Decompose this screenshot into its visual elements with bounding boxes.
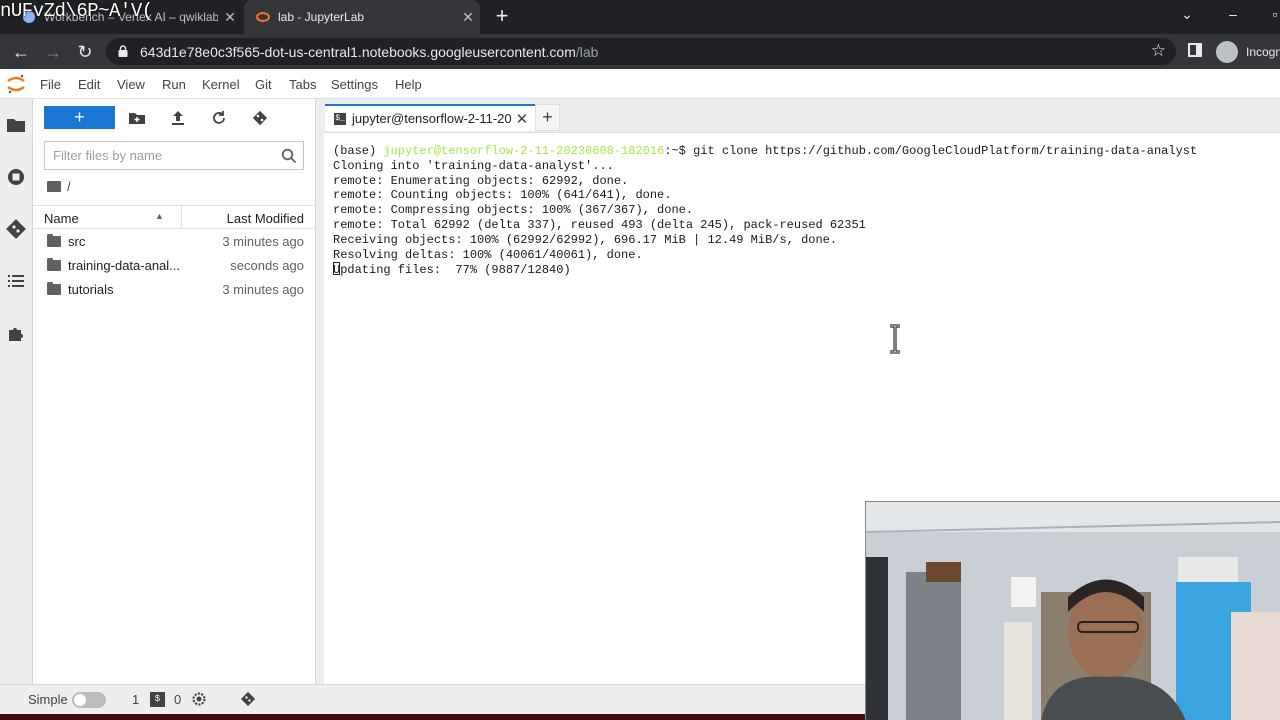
file-name: tutorials [68, 282, 114, 297]
new-launcher-button[interactable]: + [44, 106, 115, 129]
menu-kernel[interactable]: Kernel [202, 77, 240, 92]
folder-icon[interactable] [47, 181, 61, 192]
menu-file[interactable]: File [40, 77, 61, 92]
incognito-icon [1216, 41, 1238, 63]
close-icon[interactable]: ✕ [456, 9, 480, 26]
column-divider[interactable] [181, 206, 182, 228]
file-list-item[interactable]: training-data-anal... seconds ago [33, 254, 316, 278]
kernel-gear-icon[interactable] [191, 691, 207, 707]
simple-mode-toggle[interactable] [72, 692, 106, 708]
lock-icon [118, 45, 128, 57]
browser-toolbar: ← → ↻ 643d1e78e0c3f565-dot-us-central1.n… [0, 34, 1280, 69]
prompt-base: (base) [333, 144, 384, 158]
taskbar-strip [0, 714, 866, 720]
search-icon [281, 148, 297, 164]
file-list-item[interactable]: src 3 minutes ago [33, 230, 316, 254]
browser-tab-strip: Workbench – Vertex AI – qwiklabs ✕ lab -… [0, 0, 1280, 34]
file-browser-panel: + / Name ▲ Last Modi [33, 99, 316, 684]
terminal-line: remote: Enumerating objects: 62992, done… [333, 173, 629, 188]
jupyter-logo-icon [7, 74, 25, 94]
file-filter-field [44, 141, 304, 170]
menu-bar: File Edit View Run Kernel Git Tabs Setti… [0, 69, 1280, 99]
url-text: 643d1e78e0c3f565-dot-us-central1.noteboo… [140, 44, 599, 60]
left-activity-bar [0, 99, 33, 684]
table-of-contents-icon[interactable] [6, 271, 26, 291]
close-icon[interactable]: ✕ [516, 110, 529, 128]
menu-help[interactable]: Help [395, 77, 422, 92]
side-panel-icon[interactable] [1188, 43, 1202, 57]
reload-icon[interactable]: ↻ [73, 40, 97, 64]
git-clone-icon[interactable] [251, 109, 269, 127]
file-filter-input[interactable] [45, 142, 275, 169]
terminal-line: remote: Counting objects: 100% (641/641)… [333, 188, 672, 203]
chevron-down-icon[interactable]: ⌄ [1174, 6, 1200, 23]
file-modified: seconds ago [230, 258, 304, 273]
terminal-line: Cloning into 'training-data-analyst'... [333, 158, 614, 173]
folder-icon [47, 282, 61, 295]
simple-mode-label: Simple [28, 692, 68, 707]
file-name: src [68, 234, 86, 249]
kernel-count: 0 [174, 692, 182, 707]
menu-tabs[interactable]: Tabs [289, 77, 316, 92]
overlay-caption: nUFvZd\6P~A'V( [0, 0, 153, 22]
address-bar[interactable]: 643d1e78e0c3f565-dot-us-central1.noteboo… [106, 38, 1176, 65]
menu-view[interactable]: View [117, 77, 145, 92]
folder-icon [47, 258, 61, 271]
file-list-header: Name ▲ Last Modified [33, 205, 316, 229]
git-icon[interactable] [6, 219, 26, 239]
menu-git[interactable]: Git [255, 77, 272, 92]
file-modified: 3 minutes ago [222, 234, 304, 249]
browser-tab-jupyterlab[interactable]: lab - JupyterLab ✕ [244, 0, 480, 34]
file-list-item[interactable]: tutorials 3 minutes ago [33, 278, 316, 302]
breadcrumb: / [47, 179, 71, 194]
terminal-line: remote: Total 62992 (delta 337), reused … [333, 217, 866, 232]
tab-title: lab - JupyterLab [278, 10, 365, 24]
new-tab-button[interactable]: + [490, 4, 514, 28]
terminal-icon: $_ [334, 112, 346, 125]
folder-icon [47, 234, 61, 247]
refresh-icon[interactable] [210, 109, 228, 127]
close-icon[interactable]: ✕ [218, 9, 242, 26]
file-modified: 3 minutes ago [222, 282, 304, 297]
terminal-line: Receiving objects: 100% (62992/62992), 6… [333, 232, 838, 247]
webcam-video-overlay [865, 501, 1280, 720]
forward-icon[interactable]: → [41, 40, 65, 64]
new-tab-button[interactable]: + [535, 104, 560, 131]
column-modified-header[interactable]: Last Modified [227, 211, 304, 226]
extension-puzzle-icon[interactable] [6, 323, 26, 343]
minimize-icon[interactable]: – [1220, 6, 1246, 22]
maximize-icon[interactable]: ▫ [1262, 6, 1280, 22]
webcam-picture [866, 502, 1280, 720]
back-icon[interactable]: ← [9, 40, 33, 64]
menu-edit[interactable]: Edit [78, 77, 100, 92]
prompt-command: :~$ git clone https://github.com/GoogleC… [664, 144, 1198, 158]
terminal-count: 1 [132, 692, 140, 707]
folder-icon[interactable] [6, 115, 26, 135]
terminal-tab-title: jupyter@tensorflow-2-11-20 [352, 111, 512, 126]
column-name-header[interactable]: Name [44, 211, 79, 226]
upload-icon[interactable] [169, 109, 187, 127]
prompt-host: jupyter@tensorflow-2-11-20230608-182016 [383, 144, 665, 158]
incognito-indicator[interactable]: Incognito [1216, 41, 1280, 63]
terminal-line: Resolving deltas: 100% (40061/40061), do… [333, 247, 643, 262]
breadcrumb-root[interactable]: / [67, 179, 71, 194]
menu-settings[interactable]: Settings [331, 77, 378, 92]
file-name: training-data-anal... [68, 258, 181, 273]
git-status-icon[interactable] [240, 691, 256, 707]
ibeam-cursor-icon [890, 324, 900, 354]
terminal-line: remote: Compressing objects: 100% (367/3… [333, 203, 694, 218]
bookmark-star-icon[interactable]: ☆ [1151, 41, 1166, 61]
terminal-icon[interactable]: $ [150, 692, 165, 707]
sort-ascending-icon: ▲ [155, 211, 164, 221]
terminal-tab[interactable]: $_ jupyter@tensorflow-2-11-20 ✕ [325, 104, 550, 131]
new-folder-icon[interactable] [128, 109, 146, 127]
jupyter-icon [256, 10, 270, 24]
menu-run[interactable]: Run [162, 77, 186, 92]
terminal-progress-line: Updating files: 77% (9887/12840) [333, 262, 571, 278]
running-sessions-icon[interactable] [6, 167, 26, 187]
